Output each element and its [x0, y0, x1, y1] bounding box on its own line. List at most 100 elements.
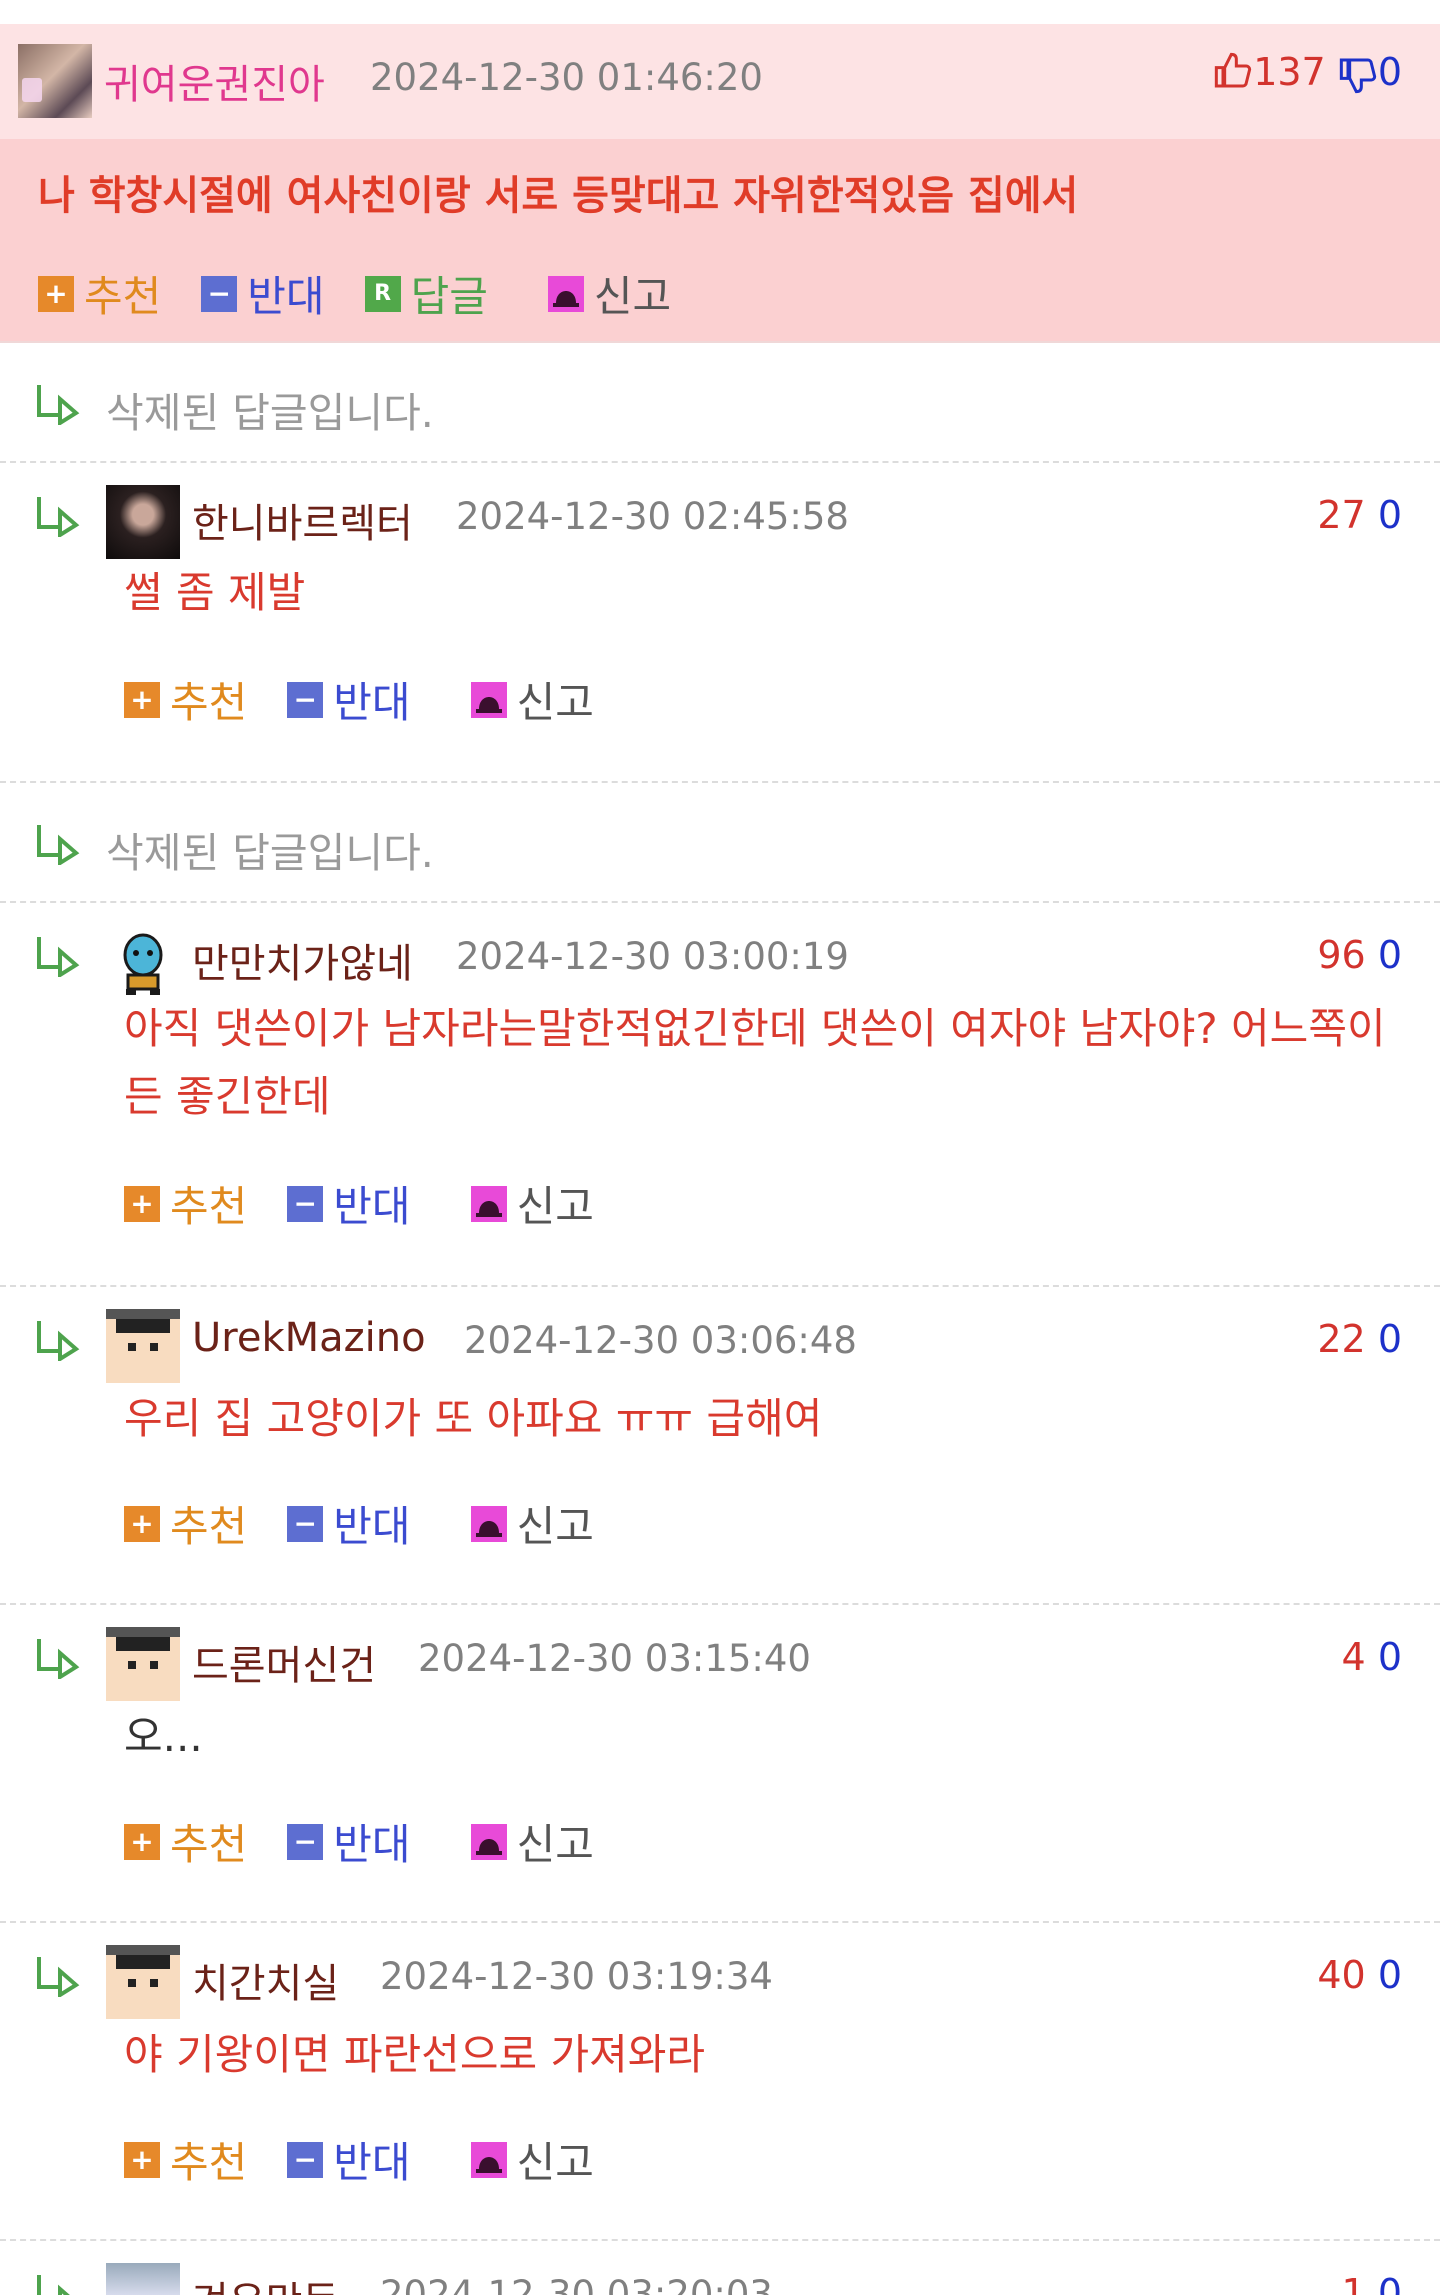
- deleted-reply: 삭제된 답글입니다.: [0, 343, 1440, 463]
- reply-nick[interactable]: UrekMazino: [192, 1315, 426, 1361]
- deleted-reply-text: 삭제된 답글입니다.: [106, 389, 434, 437]
- reply-nick[interactable]: 드론머신건: [192, 1633, 376, 1691]
- recommend-button[interactable]: + 추천: [124, 669, 247, 730]
- reply-actions: + 추천 − 반대 신고: [124, 669, 634, 730]
- avatar[interactable]: [106, 1309, 180, 1383]
- minus-icon: −: [287, 681, 324, 718]
- oppose-button[interactable]: − 반대: [287, 669, 411, 730]
- reply-nick[interactable]: 만만치가않네: [192, 931, 413, 989]
- avatar[interactable]: [106, 2263, 180, 2295]
- reply-text: 오...: [124, 1712, 203, 1761]
- reply-arrow-icon: [37, 385, 80, 425]
- minus-icon: −: [287, 1505, 324, 1542]
- reply-arrow-icon: [37, 1957, 80, 1997]
- reply-date: 2024-12-30 03:15:40: [418, 1637, 811, 1680]
- siren-icon: [470, 2141, 507, 2178]
- minus-icon: −: [287, 2141, 324, 2178]
- reply-down-count: 0: [1377, 1317, 1402, 1361]
- comment-page: { "best": { "nick": "귀여운권진아", "date": "2…: [0, 0, 1440, 2295]
- plus-icon: +: [124, 2141, 160, 2178]
- reply-down-count: 0: [1377, 1635, 1402, 1679]
- best-up-count: 137: [1253, 50, 1326, 94]
- avatar[interactable]: [106, 925, 180, 999]
- report-button[interactable]: 신고: [470, 1493, 594, 1554]
- reply-arrow-icon: [37, 1639, 80, 1679]
- oppose-button[interactable]: − 반대: [201, 263, 325, 324]
- reply-date: 2024-12-30 03:19:34: [380, 1955, 773, 1998]
- siren-icon: [470, 1823, 507, 1860]
- plus-icon: +: [124, 1185, 160, 1222]
- recommend-button[interactable]: + 추천: [124, 2129, 247, 2190]
- reply-votes: 22 0: [1317, 1317, 1402, 1361]
- best-comment-body: 나 학창시절에 여사친이랑 서로 등맞대고 자위한적있음 집에서 + 추천 − 반대…: [0, 139, 1440, 341]
- reply-votes: 40 0: [1317, 1953, 1402, 1997]
- reply-arrow-icon: [37, 497, 80, 537]
- reply-actions: + 추천 − 반대 신고: [124, 1173, 634, 1234]
- reply-date: 2024-12-30 02:45:58: [456, 495, 849, 538]
- reply-item: 한니바르렉터 2024-12-30 02:45:58 27 0 썰 좀 제발 +…: [0, 463, 1440, 783]
- reply-actions: + 추천 − 반대 신고: [124, 2129, 634, 2190]
- reply-date: 2024-12-30 03:00:19: [456, 935, 849, 978]
- reply-item: 만만치가않네 2024-12-30 03:00:19 96 0 아직 댓쓴이가 …: [0, 903, 1440, 1287]
- reply-date: 2024-12-30 03:20:03: [380, 2273, 773, 2295]
- reply-arrow-icon: [37, 937, 80, 977]
- reply-arrow-icon: [37, 2275, 70, 2295]
- avatar[interactable]: [106, 1945, 180, 2019]
- reply-down-count: 0: [1377, 2271, 1402, 2295]
- oppose-button[interactable]: − 반대: [287, 2129, 411, 2190]
- reply-actions: + 추천 − 반대 신고: [124, 1493, 634, 1554]
- best-actions: + 추천 − 반대 R 답글 신고: [38, 263, 711, 324]
- thumbs-up-icon[interactable]: [1213, 51, 1253, 91]
- reply-nick[interactable]: 한니바르렉터: [192, 491, 413, 549]
- best-comment: 귀여운권진아 2024-12-30 01:46:20 137 0 나 학창시절에…: [0, 24, 1440, 343]
- minus-icon: −: [287, 1185, 324, 1222]
- oppose-button[interactable]: − 반대: [287, 1493, 411, 1554]
- report-button[interactable]: 신고: [470, 1173, 594, 1234]
- minus-icon: −: [287, 1823, 324, 1860]
- siren-icon: [547, 275, 584, 312]
- avatar[interactable]: [106, 1627, 180, 1701]
- siren-icon: [470, 1505, 507, 1542]
- recommend-button[interactable]: + 추천: [124, 1173, 247, 1234]
- reply-text: 아직 댓쓴이가 남자라는말한적없긴한데 댓쓴이 여자야 남자야? 어느쪽이든 좋…: [124, 1004, 1386, 1121]
- thumbs-down-icon[interactable]: [1338, 55, 1378, 95]
- report-button[interactable]: 신고: [470, 2129, 594, 2190]
- plus-icon: +: [38, 275, 74, 312]
- oppose-button[interactable]: − 반대: [287, 1811, 411, 1872]
- best-votes: 137 0: [1213, 50, 1402, 95]
- reply-nick[interactable]: 겨우만든: [192, 2269, 339, 2295]
- best-nick[interactable]: 귀여운권진아: [104, 52, 325, 110]
- oppose-button[interactable]: − 반대: [287, 1173, 411, 1234]
- reply-actions: + 추천 − 반대 신고: [124, 1811, 634, 1872]
- avatar[interactable]: [18, 44, 92, 118]
- reply-item: 겨우만든 2024-12-30 03:20:03 1 0: [0, 2241, 1440, 2295]
- reply-up-count: 4: [1341, 1635, 1366, 1679]
- report-button[interactable]: 신고: [470, 1811, 594, 1872]
- reply-up-count: 96: [1317, 933, 1366, 977]
- plus-icon: +: [124, 1505, 160, 1542]
- recommend-button[interactable]: + 추천: [38, 263, 161, 324]
- reply-up-count: 40: [1317, 1953, 1366, 1997]
- reply-item: UrekMazino 2024-12-30 03:06:48 22 0 우리 집…: [0, 1287, 1440, 1605]
- report-button[interactable]: 신고: [470, 669, 594, 730]
- reply-item: 드론머신건 2024-12-30 03:15:40 4 0 오... + 추천 −…: [0, 1605, 1440, 1923]
- reply-nick[interactable]: 치간치실: [192, 1951, 339, 2009]
- reply-button[interactable]: R 답글: [364, 263, 488, 324]
- avatar[interactable]: [106, 485, 180, 559]
- recommend-button[interactable]: + 추천: [124, 1493, 247, 1554]
- reply-icon: R: [364, 275, 401, 312]
- reply-arrow-icon: [37, 1321, 80, 1361]
- plus-icon: +: [124, 681, 160, 718]
- report-button[interactable]: 신고: [547, 263, 671, 324]
- deleted-reply-text: 삭제된 답글입니다.: [106, 829, 434, 877]
- reply-votes: 27 0: [1317, 493, 1402, 537]
- reply-date: 2024-12-30 03:06:48: [464, 1319, 857, 1362]
- best-comment-header: 귀여운권진아 2024-12-30 01:46:20 137 0: [0, 24, 1440, 139]
- recommend-button[interactable]: + 추천: [124, 1811, 247, 1872]
- reply-text: 썰 좀 제발: [124, 568, 306, 617]
- best-down-count: 0: [1377, 50, 1402, 94]
- reply-down-count: 0: [1377, 493, 1402, 537]
- reply-up-count: 22: [1317, 1317, 1366, 1361]
- reply-down-count: 0: [1377, 1953, 1402, 1997]
- minus-icon: −: [201, 275, 238, 312]
